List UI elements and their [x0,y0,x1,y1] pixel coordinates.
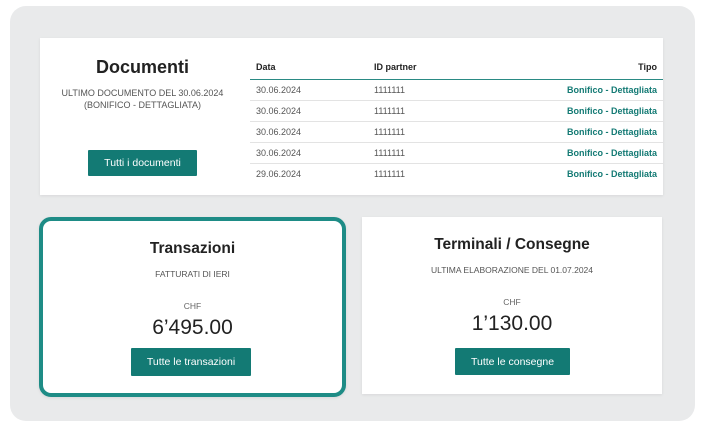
table-row[interactable]: 30.06.2024 1111111 Bonifico - Dettagliat… [250,79,663,101]
transactions-subtitle: FATTURATI DI IERI [155,269,230,279]
transactions-title: Transazioni [149,240,236,257]
table-row[interactable]: 30.06.2024 1111111 Bonifico - Dettagliat… [250,100,663,122]
document-type-link[interactable]: Bonifico - Dettagliata [530,164,663,185]
documents-subtitle: ULTIMO DOCUMENTO DEL 30.06.2024 (BONIFIC… [40,87,245,111]
table-header-row: Data ID partner Tipo [250,55,663,80]
document-type-link[interactable]: Bonifico - Dettagliata [530,79,663,101]
documents-panel: Documenti ULTIMO DOCUMENTO DEL 30.06.202… [40,38,663,195]
column-header-date[interactable]: Data [250,55,368,80]
cell-partner-id: 1111111 [368,121,530,143]
column-header-partner-id[interactable]: ID partner [368,55,530,80]
cell-partner-id: 1111111 [368,79,530,101]
all-documents-button[interactable]: Tutti i documenti [88,150,197,176]
column-header-type[interactable]: Tipo [530,55,663,80]
cell-partner-id: 1111111 [368,142,530,164]
table-row[interactable]: 30.06.2024 1111111 Bonifico - Dettagliat… [250,121,663,143]
cell-date: 30.06.2024 [250,142,368,164]
terminals-currency: CHF [503,297,521,307]
cell-partner-id: 1111111 [374,169,406,179]
dashboard-background: Documenti ULTIMO DOCUMENTO DEL 30.06.202… [10,6,695,421]
documents-table: Data ID partner Tipo 30.06.2024 1111111 … [250,55,663,184]
transactions-amount: 6’495.00 [152,316,233,339]
documents-summary: Documenti ULTIMO DOCUMENTO DEL 30.06.202… [40,38,245,195]
cell-date: 29.06.2024 [256,169,302,179]
cell-partner-id: 1111111 [368,100,530,122]
cell-date: 30.06.2024 [250,79,368,101]
documents-subtitle-line1: ULTIMO DOCUMENTO DEL 30.06.2024 [61,88,224,98]
table-row[interactable]: 30.06.2024 1111111 Bonifico - Dettagliat… [250,142,663,164]
transactions-currency: CHF [183,301,202,311]
transactions-card: Transazioni FATTURATI DI IERI CHF 6’495.… [39,217,346,397]
cell-date: 30.06.2024 [250,100,368,122]
all-transactions-button[interactable]: Tutte le transazioni [131,348,251,376]
document-type-link[interactable]: Bonifico - Dettagliata [530,100,663,122]
terminals-subtitle: ULTIMA ELABORAZIONE DEL 01.07.2024 [430,265,594,275]
document-type-link[interactable]: Bonifico - Dettagliata [530,121,663,143]
terminals-card: Terminali / Consegne ULTIMA ELABORAZIONE… [362,217,662,394]
terminals-amount: 1’130.00 [471,312,553,335]
all-deliveries-button[interactable]: Tutte le consegne [455,348,570,375]
document-type-link[interactable]: Bonifico - Dettagliata [530,142,663,164]
documents-title: Documenti [95,57,189,77]
documents-subtitle-line2: (BONIFICO - DETTAGLIATA) [84,100,201,110]
terminals-title: Terminali / Consegne [434,236,590,253]
cell-date: 30.06.2024 [250,121,368,143]
table-row[interactable]: 29.06.2024 1111111 Bonifico - Dettagliat… [250,164,663,185]
